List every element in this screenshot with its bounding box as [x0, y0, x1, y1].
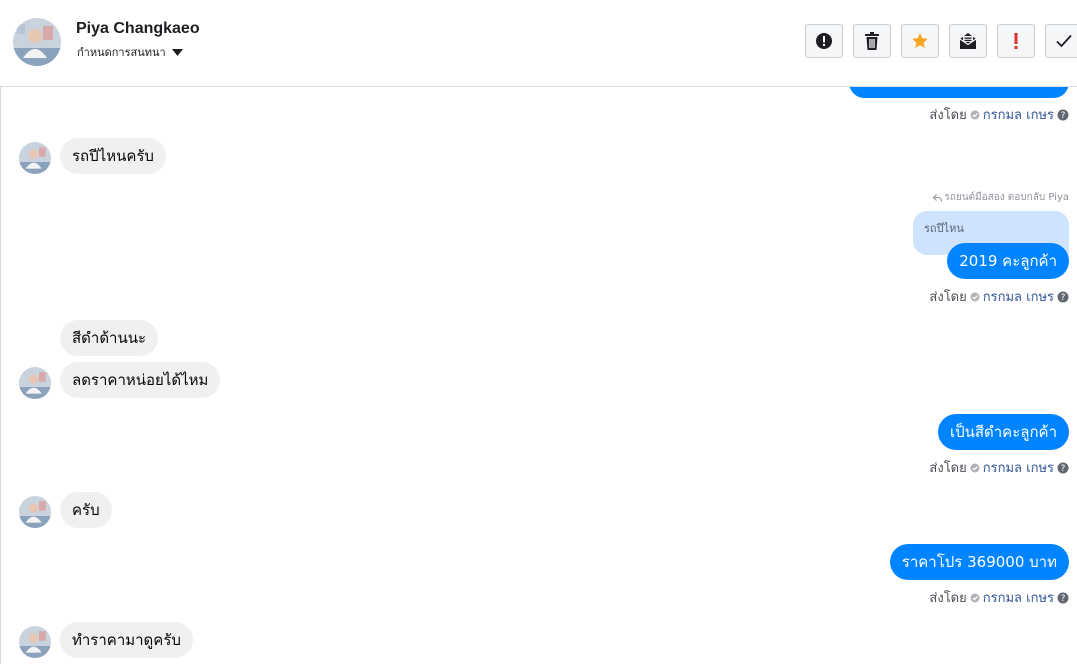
contact-name: Piya Changkaeo — [76, 20, 200, 37]
sender-name[interactable]: กรกมล เกษร — [983, 286, 1054, 307]
message-bubble-incoming[interactable]: สีดำด้านนะ — [60, 320, 159, 356]
caret-down-icon — [171, 48, 183, 56]
star-icon — [911, 32, 929, 50]
verified-check-icon — [970, 292, 980, 302]
message-bubble-outgoing[interactable]: ราคาโปร 369000 บาท — [889, 544, 1069, 580]
sent-by-label: ส่งโดย — [929, 461, 967, 476]
contact-avatar-small — [19, 142, 51, 174]
sent-by-meta: ส่งโดย กรกมล เกษร ? — [929, 457, 1069, 478]
sent-by-meta: ส่งโดย กรกมล เกษร ? — [929, 587, 1069, 608]
help-icon[interactable]: ? — [1057, 291, 1069, 303]
contact-avatar-small — [19, 367, 51, 399]
svg-text:?: ? — [1061, 293, 1066, 303]
message-bubble-incoming[interactable]: รถปีไหนครับ — [60, 138, 166, 174]
message-bubble-incoming[interactable]: ครับ — [60, 492, 112, 528]
message-bubble-incoming[interactable]: ทำราคามาดูครับ — [60, 622, 193, 658]
sender-name[interactable]: กรกมล เกษร — [983, 457, 1054, 478]
sent-by-label: ส่งโดย — [929, 108, 967, 123]
exclamation-circle-icon — [815, 32, 833, 50]
svg-text:?: ? — [1061, 594, 1066, 604]
sent-by-label: ส่งโดย — [929, 290, 967, 305]
report-spam-button[interactable] — [805, 24, 843, 58]
verified-check-icon — [970, 593, 980, 603]
message-bubble-outgoing-partial — [849, 87, 1069, 98]
exclamation-icon — [1013, 32, 1019, 50]
message-bubble-incoming[interactable]: ลดราคาหน่อยได้ไหม — [60, 362, 221, 398]
message-thread[interactable]: ส่งโดย กรกมล เกษร ? รถปีไหนครับ รถยนต์มื… — [0, 87, 1077, 664]
reply-arrow-icon — [933, 193, 943, 202]
help-icon[interactable]: ? — [1057, 592, 1069, 604]
reply-caption-text: รถยนต์มือสอง ตอบกลับ Piya — [944, 192, 1069, 203]
help-icon[interactable]: ? — [1057, 109, 1069, 121]
reply-caption: รถยนต์มือสอง ตอบกลับ Piya — [933, 190, 1069, 205]
star-button[interactable] — [901, 24, 939, 58]
follow-up-button[interactable] — [997, 24, 1035, 58]
sent-by-meta: ส่งโดย กรกมล เกษร ? — [929, 286, 1069, 307]
contact-avatar-small — [19, 496, 51, 528]
assign-label: กำหนดการสนทนา — [77, 46, 166, 59]
conversation-header: Piya Changkaeo กำหนดการสนทนา — [0, 0, 1077, 87]
delete-button[interactable] — [853, 24, 891, 58]
help-icon[interactable]: ? — [1057, 462, 1069, 474]
sent-by-meta: ส่งโดย กรกมล เกษร ? — [929, 104, 1069, 125]
contact-avatar-small — [19, 626, 51, 658]
check-icon — [1056, 34, 1072, 48]
mark-unread-button[interactable] — [949, 24, 987, 58]
message-bubble-outgoing[interactable]: 2019 คะลูกค้า — [947, 243, 1069, 279]
trash-icon — [864, 32, 880, 50]
contact-avatar[interactable] — [13, 18, 61, 66]
sender-name[interactable]: กรกมล เกษร — [983, 104, 1054, 125]
mark-done-button[interactable] — [1045, 24, 1077, 58]
sent-by-label: ส่งโดย — [929, 591, 967, 606]
verified-check-icon — [970, 110, 980, 120]
verified-check-icon — [970, 463, 980, 473]
sender-name[interactable]: กรกมล เกษร — [983, 587, 1054, 608]
envelope-open-icon — [959, 32, 977, 50]
assign-conversation-dropdown[interactable]: กำหนดการสนทนา — [77, 43, 183, 61]
svg-text:?: ? — [1061, 111, 1066, 121]
svg-text:?: ? — [1061, 464, 1066, 474]
message-bubble-outgoing[interactable]: เป็นสีดำคะลูกค้า — [937, 414, 1069, 450]
